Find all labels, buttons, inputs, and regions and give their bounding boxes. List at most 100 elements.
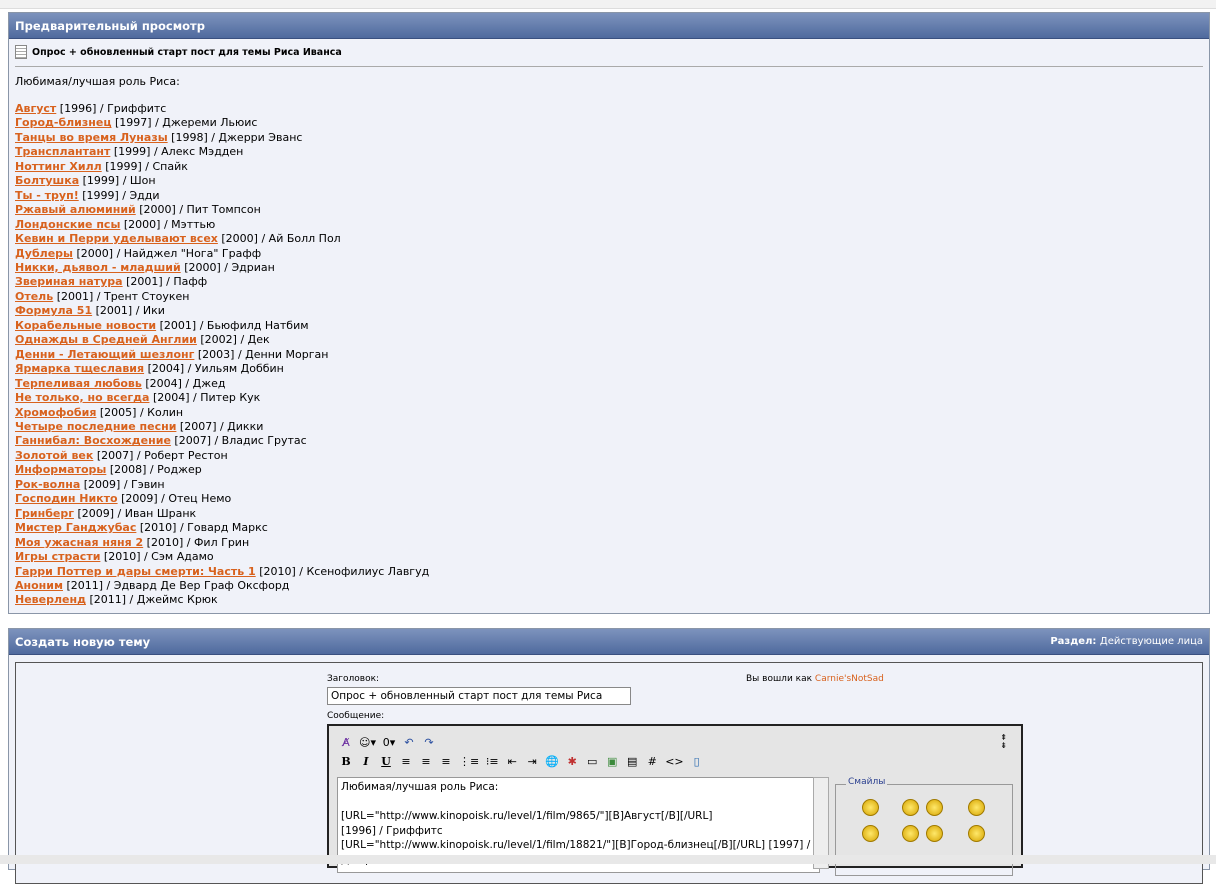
film-link[interactable]: Терпеливая любовь — [15, 377, 142, 390]
section-info: Раздел: Действующие лица — [1050, 629, 1203, 655]
film-link[interactable]: Лондонские псы — [15, 218, 120, 231]
film-link[interactable]: Дублеры — [15, 247, 73, 260]
film-link[interactable]: Информаторы — [15, 463, 106, 476]
film-link[interactable]: Господин Никто — [15, 492, 118, 505]
film-details: [2000] / Ай Болл Пол — [217, 232, 341, 246]
italic-button[interactable]: I — [359, 755, 373, 768]
film-item: Корабельные новости [2001] / Бьюфилд Нат… — [15, 319, 429, 333]
smile-icon[interactable] — [902, 825, 919, 842]
film-link[interactable]: Хромофобия — [15, 406, 96, 419]
align-left-icon[interactable]: ≡ — [399, 755, 413, 768]
film-link[interactable]: Однажды в Средней Англии — [15, 333, 197, 346]
title-input[interactable] — [327, 687, 631, 705]
outdent-icon[interactable]: ⇤ — [505, 755, 519, 768]
film-link[interactable]: Ты - труп! — [15, 189, 79, 202]
smile-icon[interactable] — [862, 799, 879, 816]
film-link[interactable]: Город-близнец — [15, 116, 112, 129]
intro-text: Любимая/лучшая роль Риса: — [15, 75, 180, 88]
film-item: Рок-волна [2009] / Гэвин — [15, 478, 429, 492]
film-item: Формула 51 [2001] / Ики — [15, 304, 429, 318]
undo-icon[interactable]: ↶ — [402, 736, 416, 749]
film-link[interactable]: Ржавый алюминий — [15, 203, 136, 216]
film-details: [1997] / Джереми Льюис — [111, 116, 258, 130]
message-editor: A̸ ☺▾ 0▾ ↶ ↷ ⇞ ⇟ B I U ≡ ≡ ≡ ⋮≡ ⁝≡ ⇤ ⇥ 🌐 … — [327, 724, 1023, 876]
film-link[interactable]: Танцы во время Луназы — [15, 131, 168, 144]
film-item: Дублеры [2000] / Найджел "Нога" Графф — [15, 247, 429, 261]
email-icon[interactable]: ▭ — [585, 755, 599, 768]
username-link[interactable]: Carnie'sNotSad — [815, 674, 884, 684]
film-link[interactable]: Игры страсти — [15, 550, 100, 563]
film-item: Четыре последние песни [2007] / Дикки — [15, 420, 429, 434]
ordered-list-icon[interactable]: ⋮≡ — [459, 755, 479, 768]
smiley-menu-icon[interactable]: ☺▾ — [359, 736, 376, 749]
film-link[interactable]: Гарри Поттер и дары смерти: Часть 1 — [15, 565, 256, 578]
film-link[interactable]: Трансплантант — [15, 145, 110, 158]
toolbar-row-1: A̸ ☺▾ 0▾ ↶ ↷ — [339, 736, 436, 749]
unordered-list-icon[interactable]: ⁝≡ — [485, 755, 499, 768]
film-details: [2004] / Уильям Доббин — [144, 362, 284, 376]
film-details: [2001] / Бьюфилд Натбим — [156, 318, 309, 332]
smile-icon[interactable] — [926, 825, 943, 842]
film-details: [2000] / Пит Томпсон — [135, 203, 261, 217]
attach-menu-icon[interactable]: 0▾ — [382, 736, 396, 749]
film-link[interactable]: Никки, дьявол - младший — [15, 261, 181, 274]
bold-button[interactable]: B — [339, 755, 353, 768]
film-link[interactable]: Четыре последние песни — [15, 420, 176, 433]
code-button[interactable]: <> — [665, 755, 683, 768]
film-details: [2007] / Владис Грутас — [170, 434, 307, 448]
film-link[interactable]: Звериная натура — [15, 275, 123, 288]
logged-in-info: Вы вошли как Carnie'sNotSad — [746, 674, 884, 684]
smile-icon[interactable] — [926, 799, 943, 816]
unlink-icon[interactable]: ✱ — [565, 755, 579, 768]
film-link[interactable]: Неверленд — [15, 593, 86, 606]
film-link[interactable]: Ганнибал: Восхождение — [15, 434, 171, 447]
smile-icon[interactable] — [968, 799, 985, 816]
film-link[interactable]: Ноттинг Хилл — [15, 160, 102, 173]
film-link[interactable]: Рок-волна — [15, 478, 80, 491]
film-link[interactable]: Кевин и Перри уделывают всех — [15, 232, 218, 245]
title-label: Заголовок: — [327, 674, 380, 684]
indent-icon[interactable]: ⇥ — [525, 755, 539, 768]
film-item: Ноттинг Хилл [1999] / Спайк — [15, 160, 429, 174]
film-list: Август [1996] / Гриффитс Город-близнец [1… — [15, 102, 429, 608]
preview-header: Предварительный просмотр — [9, 13, 1209, 39]
resize-toggle-icon[interactable]: ⇞ ⇟ — [1000, 734, 1007, 750]
php-icon[interactable]: ▯ — [690, 755, 704, 768]
film-link[interactable]: Отель — [15, 290, 53, 303]
link-globe-icon[interactable]: 🌐 — [545, 755, 559, 768]
film-link[interactable]: Гринберг — [15, 507, 74, 520]
film-item: Терпеливая любовь [2004] / Джед — [15, 377, 429, 391]
film-link[interactable]: Формула 51 — [15, 304, 92, 317]
image-icon[interactable]: ▣ — [605, 755, 619, 768]
smile-icon[interactable] — [902, 799, 919, 816]
hash-button[interactable]: # — [645, 755, 659, 768]
film-link[interactable]: Болтушка — [15, 174, 79, 187]
toolbar-row-2: B I U ≡ ≡ ≡ ⋮≡ ⁝≡ ⇤ ⇥ 🌐 ✱ ▭ ▣ ▤ # <> ▯ — [339, 755, 704, 768]
redo-icon[interactable]: ↷ — [422, 736, 436, 749]
quote-icon[interactable]: ▤ — [625, 755, 639, 768]
film-item: Неверленд [2011] / Джеймс Крюк — [15, 593, 429, 607]
film-link[interactable]: Мистер Ганджубас — [15, 521, 136, 534]
film-details: [2001] / Ики — [92, 304, 165, 318]
smile-icon[interactable] — [862, 825, 879, 842]
remove-format-icon[interactable]: A̸ — [339, 736, 353, 749]
film-item: Информаторы [2008] / Роджер — [15, 463, 429, 477]
film-link[interactable]: Золотой век — [15, 449, 93, 462]
film-link[interactable]: Август — [15, 102, 56, 115]
align-right-icon[interactable]: ≡ — [439, 755, 453, 768]
underline-button[interactable]: U — [379, 755, 393, 768]
film-item: Трансплантант [1999] / Алекс Мэдден — [15, 145, 429, 159]
film-link[interactable]: Не только, но всегда — [15, 391, 149, 404]
film-link[interactable]: Корабельные новости — [15, 319, 156, 332]
film-item: Город-близнец [1997] / Джереми Льюис — [15, 116, 429, 130]
film-details: [2010] / Фил Грин — [143, 535, 250, 549]
smilies-label: Смайлы — [846, 777, 888, 787]
smile-icon[interactable] — [968, 825, 985, 842]
top-bar — [0, 0, 1216, 9]
film-link[interactable]: Моя ужасная няня 2 — [15, 536, 143, 549]
film-link[interactable]: Аноним — [15, 579, 63, 592]
film-link[interactable]: Ярмарка тщеславия — [15, 362, 144, 375]
film-item: Гарри Поттер и дары смерти: Часть 1 [201… — [15, 565, 429, 579]
film-link[interactable]: Денни - Летающий шезлонг — [15, 348, 194, 361]
align-center-icon[interactable]: ≡ — [419, 755, 433, 768]
